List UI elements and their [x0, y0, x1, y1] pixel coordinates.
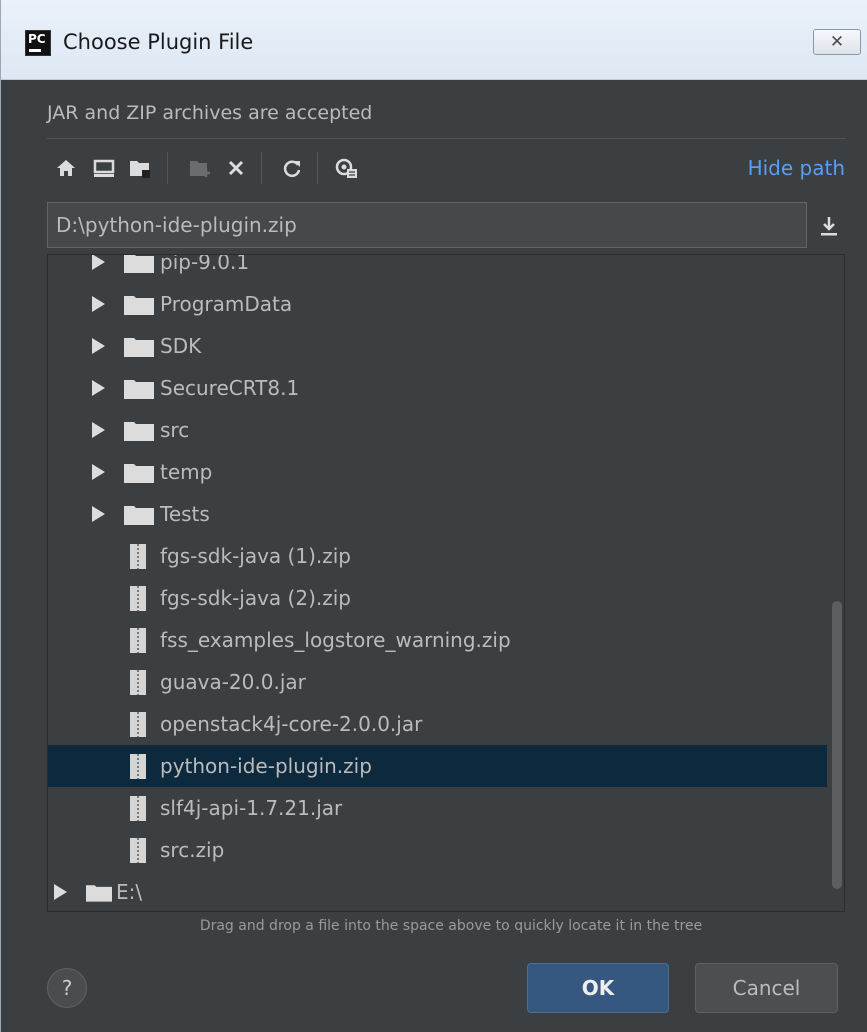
window-title: Choose Plugin File	[63, 30, 254, 54]
help-button[interactable]: ?	[47, 968, 87, 1008]
tree-row-label: openstack4j-core-2.0.0.jar	[160, 712, 423, 736]
new-folder-icon[interactable]	[187, 156, 213, 180]
tree-folder-row[interactable]: src	[48, 409, 827, 451]
ok-button[interactable]: OK	[527, 963, 669, 1013]
archive-file-icon	[130, 754, 146, 779]
tree-row-label: pip-9.0.1	[160, 254, 250, 274]
folder-icon	[124, 296, 154, 315]
tree-file-row-selected[interactable]: python-ide-plugin.zip	[48, 745, 827, 787]
drive-folder-icon	[86, 885, 112, 902]
jar-file-icon	[130, 670, 146, 695]
archive-file-icon	[130, 628, 146, 653]
folder-icon	[124, 422, 154, 441]
close-button[interactable]: ✕	[813, 29, 861, 55]
tree-row-label: guava-20.0.jar	[160, 670, 306, 694]
archive-file-icon	[130, 586, 146, 611]
desktop-icon[interactable]	[91, 156, 117, 180]
toolbar-divider	[261, 152, 262, 184]
tree-folder-row[interactable]: ProgramData	[48, 283, 827, 325]
tree-folder-row[interactable]: pip-9.0.1	[48, 254, 827, 283]
tree-scrollbar[interactable]	[828, 255, 844, 911]
expand-arrow-icon[interactable]	[92, 464, 105, 480]
folder-icon	[124, 338, 154, 357]
tree-folder-row[interactable]: SecureCRT8.1	[48, 367, 827, 409]
choose-plugin-file-dialog: PC Choose Plugin File ✕ JAR and ZIP arch…	[0, 0, 867, 1032]
jar-file-icon	[130, 712, 146, 737]
tree-file-row[interactable]: fss_examples_logstore_warning.zip	[48, 619, 827, 661]
expand-arrow-icon[interactable]	[92, 296, 105, 312]
tree-file-row[interactable]: slf4j-api-1.7.21.jar	[48, 787, 827, 829]
tree-row-label: src	[160, 418, 190, 442]
tree-row-label: SecureCRT8.1	[160, 376, 300, 400]
tree-row-label: fgs-sdk-java (1).zip	[160, 544, 351, 568]
toolbar: Hide path	[47, 146, 845, 190]
show-hidden-icon[interactable]	[333, 156, 359, 180]
tree-row-label: E:\	[116, 880, 143, 904]
tree-folder-row[interactable]: SDK	[48, 325, 827, 367]
toolbar-divider	[167, 152, 168, 184]
tree-file-row[interactable]: fgs-sdk-java (1).zip	[48, 535, 827, 577]
dialog-subtitle: JAR and ZIP archives are accepted	[47, 102, 373, 124]
tree-file-row[interactable]: guava-20.0.jar	[48, 661, 827, 703]
tree-file-row[interactable]: openstack4j-core-2.0.0.jar	[48, 703, 827, 745]
tree-folder-row[interactable]: Tests	[48, 493, 827, 535]
jar-file-icon	[130, 796, 146, 821]
expand-arrow-icon[interactable]	[92, 506, 105, 522]
folder-icon	[124, 380, 154, 399]
scrollbar-thumb[interactable]	[832, 601, 842, 889]
folder-icon	[124, 464, 154, 483]
archive-file-icon	[130, 838, 146, 863]
tree-drive-row[interactable]: E:\	[48, 871, 827, 911]
tree-row-label: temp	[160, 460, 213, 484]
tree-row-label: src.zip	[160, 838, 225, 862]
path-row	[47, 202, 845, 248]
title-bar[interactable]: PC Choose Plugin File ✕	[1, 0, 867, 80]
folder-icon	[124, 255, 154, 273]
archive-file-icon	[130, 544, 146, 569]
tree-row-label: SDK	[160, 334, 202, 358]
tree-row-label: Tests	[160, 502, 210, 526]
cancel-button[interactable]: Cancel	[695, 963, 838, 1013]
expand-arrow-icon[interactable]	[92, 422, 105, 438]
file-tree[interactable]: pip-9.0.1 ProgramData SDK SecureCRT8.1 s…	[47, 254, 845, 912]
path-input[interactable]	[47, 202, 807, 248]
toolbar-divider	[317, 152, 318, 184]
expand-arrow-icon[interactable]	[92, 255, 105, 270]
divider	[47, 138, 845, 139]
delete-icon[interactable]	[223, 156, 249, 180]
tree-row-label: fss_examples_logstore_warning.zip	[160, 628, 511, 652]
drag-drop-hint: Drag and drop a file into the space abov…	[199, 918, 703, 934]
tree-row-label: fgs-sdk-java (2).zip	[160, 586, 351, 610]
tree-file-row[interactable]: src.zip	[48, 829, 827, 871]
pycharm-app-icon: PC	[25, 30, 51, 56]
refresh-icon[interactable]	[279, 156, 305, 180]
tree-row-label: slf4j-api-1.7.21.jar	[160, 796, 343, 820]
project-folder-icon[interactable]	[127, 156, 153, 180]
tree-folder-row[interactable]: temp	[48, 451, 827, 493]
tree-file-row[interactable]: fgs-sdk-java (2).zip	[48, 577, 827, 619]
folder-icon	[124, 506, 154, 525]
tree-row-label: ProgramData	[160, 292, 293, 316]
expand-arrow-icon[interactable]	[92, 338, 105, 354]
download-icon[interactable]	[819, 214, 839, 238]
expand-arrow-icon[interactable]	[54, 884, 67, 900]
hide-path-link[interactable]: Hide path	[748, 156, 845, 180]
expand-arrow-icon[interactable]	[92, 380, 105, 396]
tree-row-label: python-ide-plugin.zip	[160, 754, 372, 778]
home-icon[interactable]	[53, 156, 79, 180]
